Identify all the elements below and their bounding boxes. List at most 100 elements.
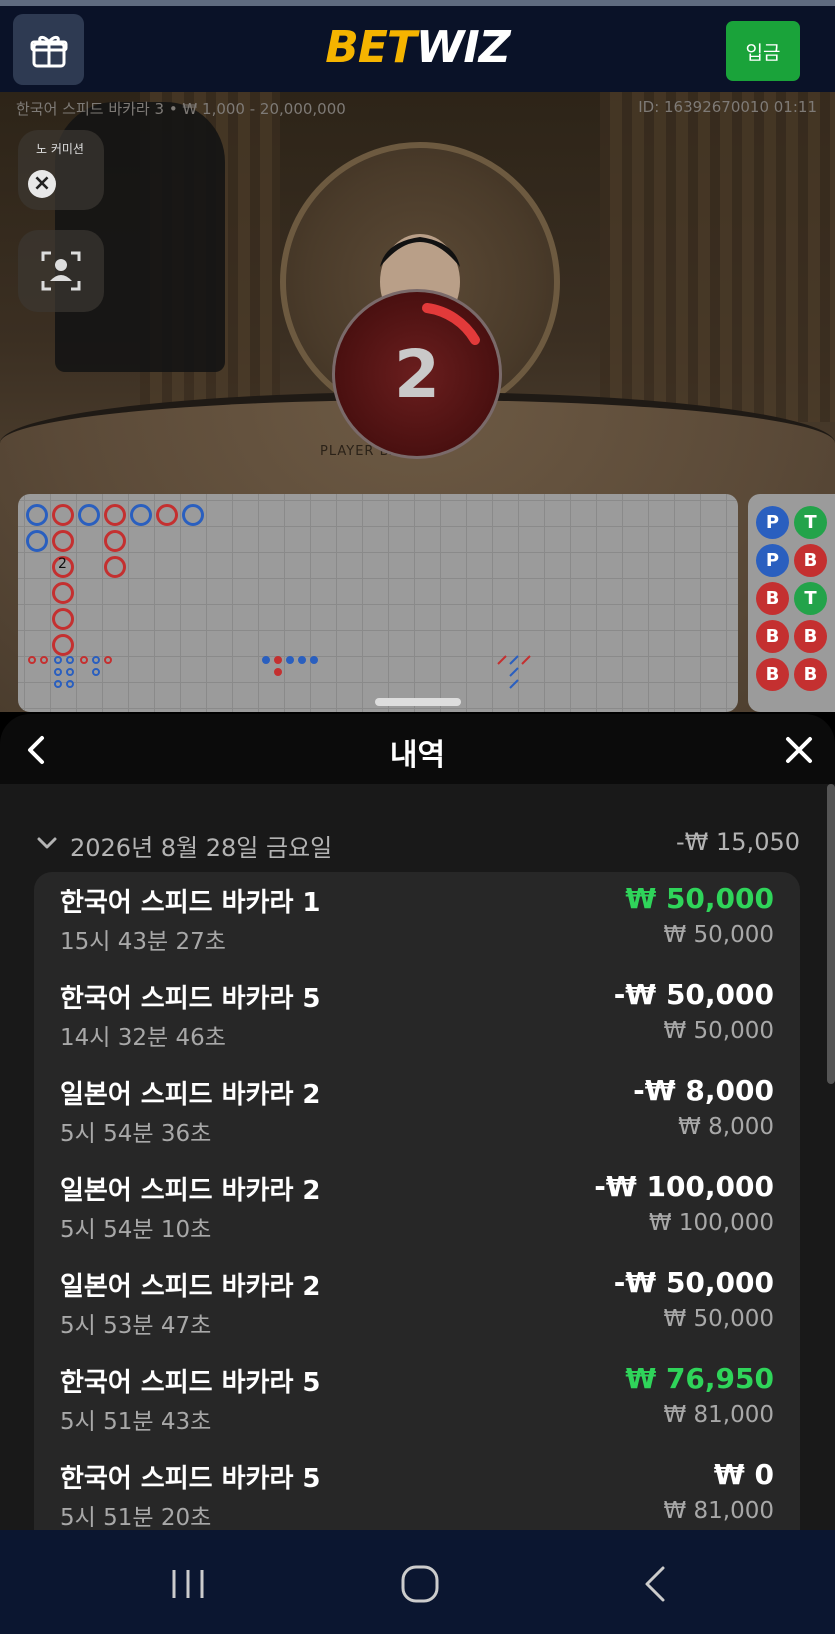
close-icon [786, 737, 812, 763]
bet-time: 5시 54분 36초 [60, 1121, 212, 1147]
history-row[interactable]: 한국어 스피드 바카라 5 14시 32분 46초 -₩ 50,000 ₩ 50… [60, 968, 774, 1060]
game-name: 한국어 스피드 바카라 1 [60, 888, 321, 918]
bead-road-entry: B [794, 658, 827, 691]
bet-stake: ₩ 50,000 [663, 1018, 774, 1044]
road-entry [78, 504, 100, 526]
bet-time: 5시 54분 10초 [60, 1217, 212, 1243]
recent-apps-icon [172, 1570, 204, 1598]
scrollbar[interactable] [827, 784, 835, 1084]
small-road-dot [66, 656, 74, 664]
date-group-header[interactable]: 2026년 8월 28일 금요일 -₩ 15,050 [36, 828, 800, 864]
bet-result: -₩ 100,000 [594, 1170, 774, 1203]
logo-wiz-text: WIZ [415, 22, 511, 73]
road-entry [156, 504, 178, 526]
system-back-button[interactable] [624, 1562, 684, 1606]
chevron-down-icon [37, 837, 57, 849]
small-road-dot [28, 656, 36, 664]
home-button[interactable] [390, 1562, 450, 1606]
sheet-drag-handle[interactable] [375, 698, 461, 706]
bet-result: ₩ 0 [713, 1458, 774, 1491]
bead-road-entry: B [794, 620, 827, 653]
no-commission-toggle[interactable]: 노 커미션 × [18, 130, 104, 210]
countdown-timer: 2 [332, 289, 502, 459]
big-road-board: 2 [18, 494, 738, 712]
small-road-dot [274, 668, 282, 676]
bet-time: 5시 51분 20초 [60, 1505, 212, 1530]
history-list[interactable]: 2026년 8월 28일 금요일 -₩ 15,050 한국어 스피드 바카라 1… [0, 784, 835, 1530]
small-road-dot [40, 656, 48, 664]
bet-result: -₩ 50,000 [613, 1266, 774, 1299]
road-entry [104, 556, 126, 578]
camera-view-button[interactable] [18, 230, 104, 312]
system-nav-bar [0, 1530, 835, 1634]
small-road-dot [92, 656, 100, 664]
bet-stake: ₩ 81,000 [663, 1498, 774, 1524]
small-road-dot [54, 668, 62, 676]
bet-stake: ₩ 50,000 [663, 1306, 774, 1332]
small-road-dot [92, 668, 100, 676]
history-row[interactable]: 한국어 스피드 바카라 5 5시 51분 20초 ₩ 0 ₩ 81,000 [60, 1448, 774, 1530]
history-row[interactable]: 일본어 스피드 바카라 2 5시 53분 47초 -₩ 50,000 ₩ 50,… [60, 1256, 774, 1348]
small-road-dot [298, 656, 306, 664]
bet-stake: ₩ 8,000 [678, 1114, 774, 1140]
road-entry [104, 504, 126, 526]
recent-apps-button[interactable] [158, 1562, 218, 1606]
game-name: 일본어 스피드 바카라 2 [60, 1080, 321, 1110]
history-card: 한국어 스피드 바카라 1 15시 43분 27초 ₩ 50,000 ₩ 50,… [34, 872, 800, 1530]
game-name: 일본어 스피드 바카라 2 [60, 1176, 321, 1206]
logo-bet-text: BET [325, 22, 417, 73]
betwiz-logo: BETWIZ [0, 22, 835, 73]
history-row[interactable]: 일본어 스피드 바카라 2 5시 54분 36초 -₩ 8,000 ₩ 8,00… [60, 1064, 774, 1156]
bead-road-entry: B [756, 658, 789, 691]
date-total: -₩ 15,050 [676, 828, 800, 856]
history-row[interactable]: 한국어 스피드 바카라 5 5시 51분 43초 ₩ 76,950 ₩ 81,0… [60, 1352, 774, 1444]
bead-road-entry: B [756, 620, 789, 653]
no-commission-label: 노 커미션 [36, 142, 84, 156]
small-road-dot [262, 656, 270, 664]
history-title: 내역 [389, 738, 446, 773]
bet-stake: ₩ 100,000 [648, 1210, 774, 1236]
bet-result: ₩ 50,000 [625, 882, 774, 915]
top-bar: BETWIZ 입금 [0, 0, 835, 92]
road-entry [52, 634, 74, 656]
game-name: 한국어 스피드 바카라 5 [60, 1368, 321, 1398]
bet-time: 14시 32분 46초 [60, 1025, 226, 1051]
small-road-dot [274, 656, 282, 664]
small-road-dot [54, 680, 62, 688]
road-entry [52, 530, 74, 552]
back-arrow-icon [645, 1566, 665, 1602]
wall-panel-right [600, 92, 835, 422]
history-sheet-header: 내역 [0, 714, 835, 784]
road-entry [130, 504, 152, 526]
small-road-dot [310, 656, 318, 664]
round-id: ID: 16392670010 01:11 [638, 98, 817, 116]
bet-time: 5시 53분 47초 [60, 1313, 212, 1339]
game-name: 한국어 스피드 바카라 5 [60, 1464, 321, 1494]
game-name: 한국어 스피드 바카라 5 [60, 984, 321, 1014]
history-row[interactable]: 일본어 스피드 바카라 2 5시 54분 10초 -₩ 100,000 ₩ 10… [60, 1160, 774, 1252]
bet-stake: ₩ 81,000 [663, 1402, 774, 1428]
road-entry [104, 530, 126, 552]
home-icon [401, 1565, 439, 1603]
bead-road-entry: P [756, 506, 789, 539]
deposit-button[interactable]: 입금 [726, 21, 800, 81]
table-info: 한국어 스피드 바카라 3 • ₩ 1,000 - 20,000,000 [16, 100, 346, 118]
close-button[interactable] [781, 732, 817, 768]
road-tie-count: 2 [58, 556, 67, 572]
bead-road-entry: B [794, 544, 827, 577]
history-row[interactable]: 한국어 스피드 바카라 1 15시 43분 27초 ₩ 50,000 ₩ 50,… [60, 872, 774, 964]
close-icon[interactable]: × [28, 170, 56, 198]
road-entry [52, 582, 74, 604]
bet-result: ₩ 76,950 [625, 1362, 774, 1395]
bead-road-entry: T [794, 506, 827, 539]
person-focus-icon [41, 251, 81, 291]
date-label: 2026년 8월 28일 금요일 [70, 834, 333, 862]
small-road-dot [104, 656, 112, 664]
road-entry [182, 504, 204, 526]
bet-result: -₩ 8,000 [633, 1074, 774, 1107]
bead-road-board: P T P B B T B B B B [748, 494, 835, 712]
road-entry [26, 504, 48, 526]
bet-result: -₩ 50,000 [613, 978, 774, 1011]
timer-progress-arc [422, 303, 480, 345]
cockroach-road-marks [497, 655, 531, 689]
